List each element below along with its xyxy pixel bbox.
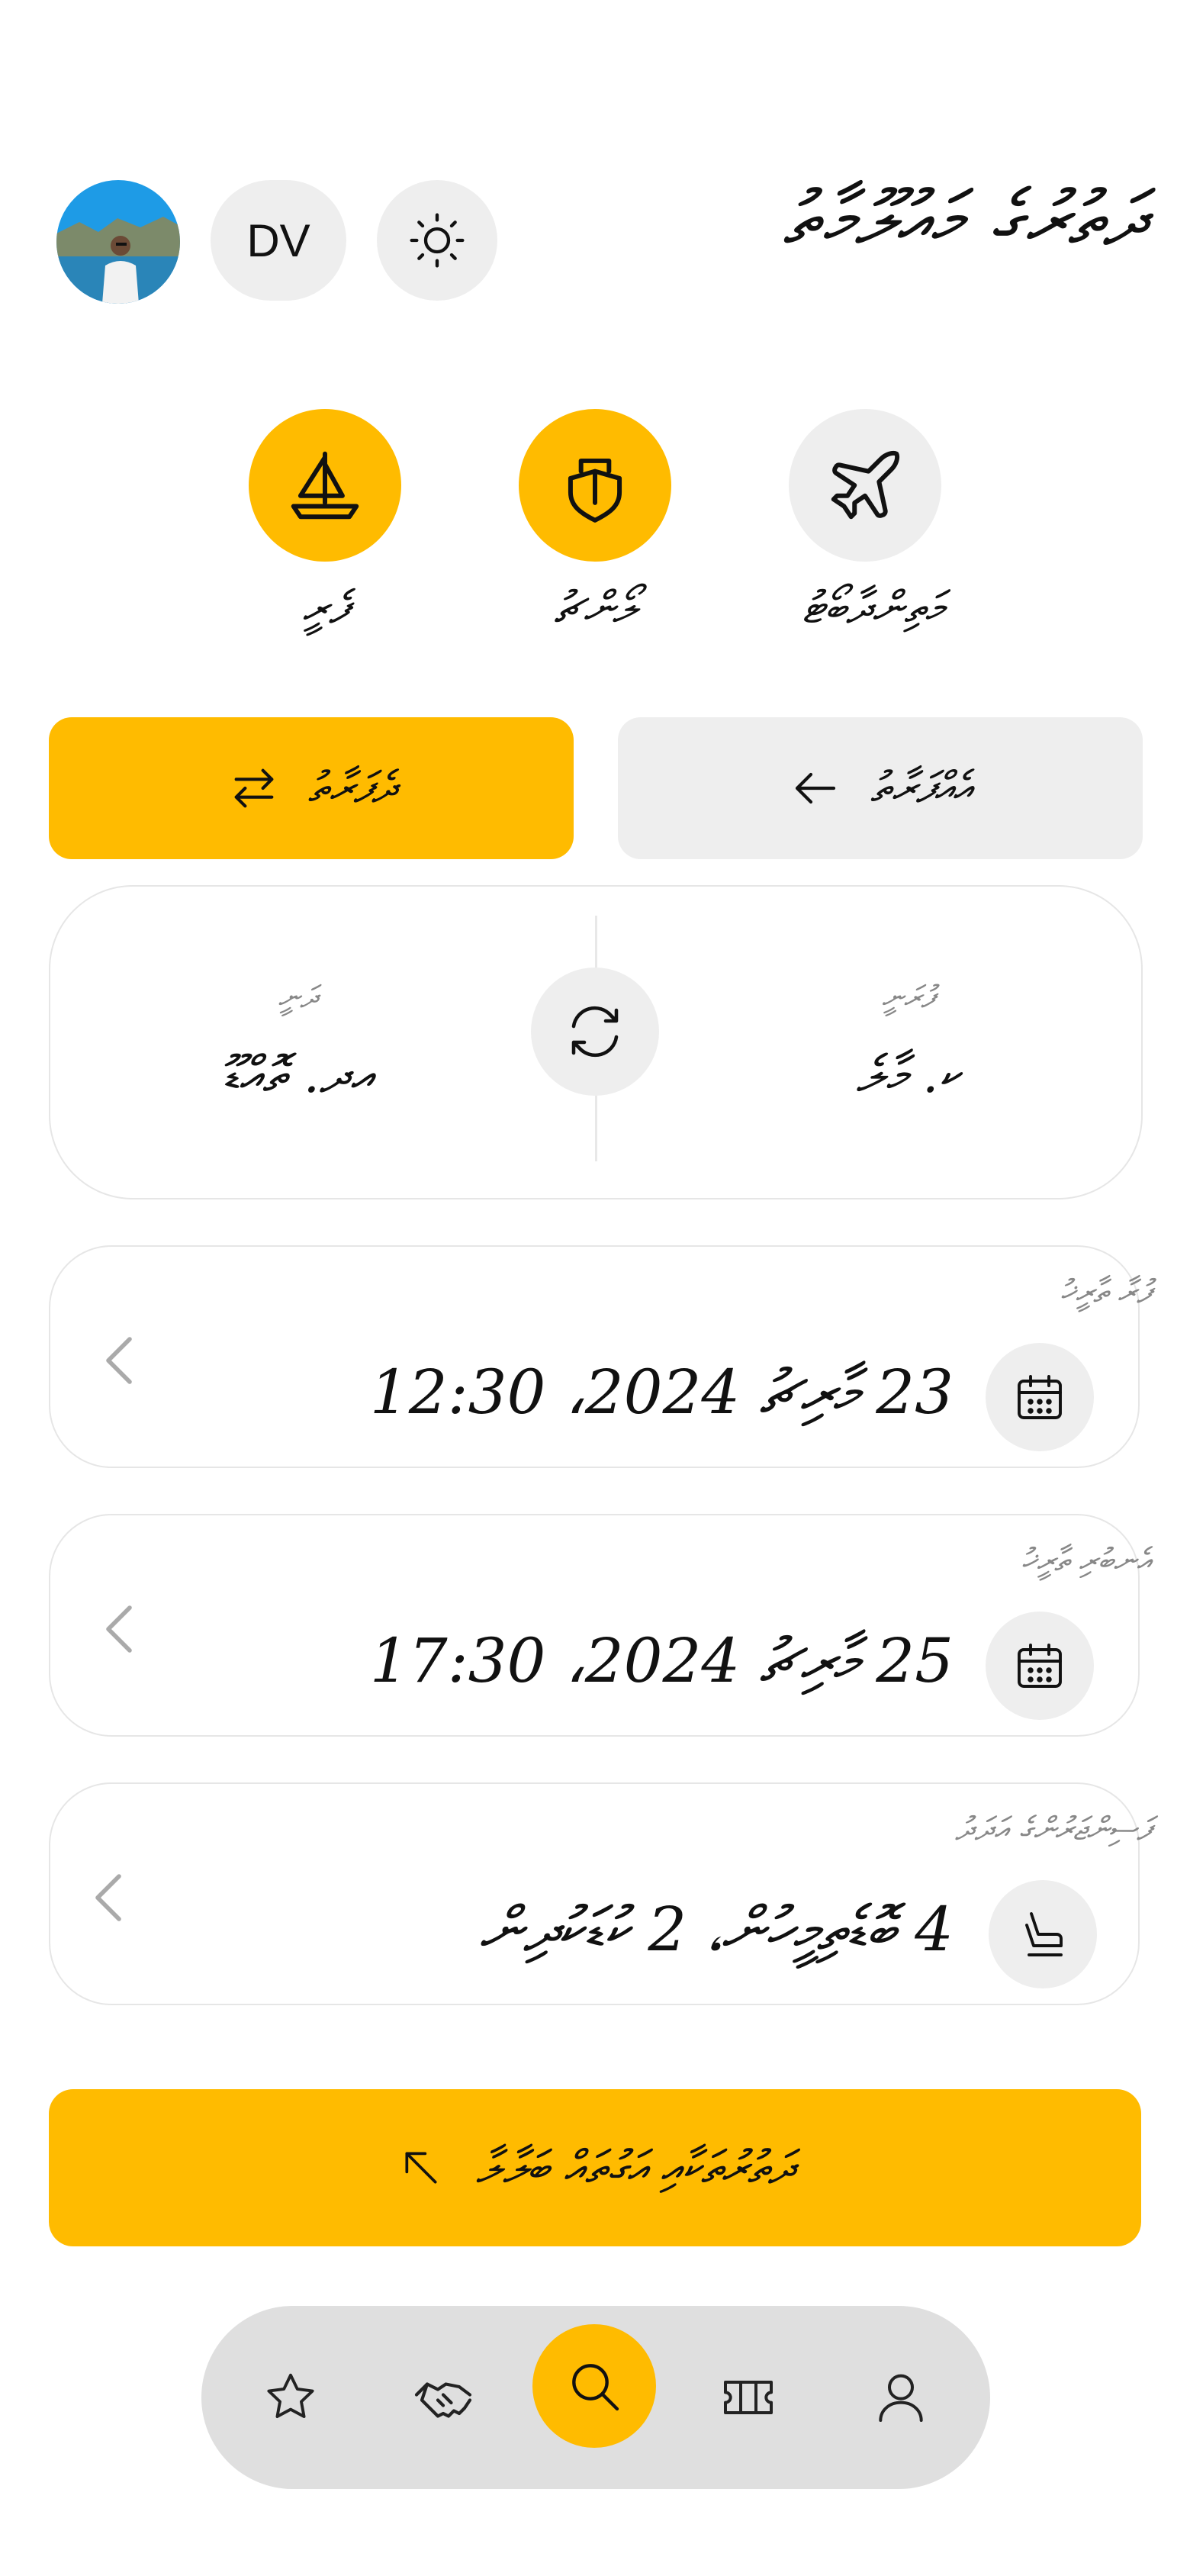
search-icon <box>572 2364 619 2411</box>
mode-launch-label: ލޯންޗު <box>554 581 636 633</box>
ship-icon <box>568 458 622 523</box>
nav-partners[interactable] <box>378 2306 508 2489</box>
from-location-field[interactable]: ކ. މާލެ <box>763 1045 1053 1106</box>
departure-date-value: 23 މާރިޗު 2024، 12:30 <box>369 1357 954 1428</box>
theme-toggle[interactable] <box>377 180 497 301</box>
swap-locations-button[interactable] <box>531 968 659 1096</box>
search-trips-label: ދަތުރުތަކާއި އަގުތައް ބަލާލާ <box>476 2141 793 2194</box>
return-calendar-icon-wrap <box>986 1612 1094 1720</box>
one-way-label: އެއްފަރާތު <box>870 763 973 813</box>
to-location-field[interactable]: އދ. ތޮއްޑޫ <box>153 1045 442 1106</box>
avatar-image <box>56 180 180 304</box>
calendar-icon <box>1018 1375 1062 1419</box>
search-trips-button[interactable]: ދަތުރުތަކާއި އަގުތައް ބަލާލާ <box>49 2089 1141 2246</box>
round-trip-button[interactable]: ދެފަރާތު <box>49 717 574 859</box>
language-toggle[interactable]: DV <box>211 180 346 301</box>
sun-icon <box>410 213 465 268</box>
swap-arrows-icon <box>234 768 274 808</box>
passengers-value: 4 ބޮޑެތިމީހުން، 2 ކުޑަކުދިން <box>479 1894 954 1965</box>
departure-date-label: ފުރާ ތާރީޚު <box>1060 1273 1150 1310</box>
one-way-button[interactable]: އެއްފަރާތު <box>618 717 1143 859</box>
mode-flight-label: މަތިންދާބޯޓު <box>802 581 944 633</box>
passengers-seat-icon-wrap <box>989 1880 1097 1988</box>
mode-flight-button[interactable] <box>789 409 941 562</box>
seat-icon <box>1025 1912 1063 1956</box>
return-date-label: އެނބުރި ތާރީޚު <box>1021 1541 1150 1579</box>
star-icon <box>267 2373 314 2418</box>
user-icon <box>879 2374 923 2422</box>
airplane-icon <box>831 450 900 520</box>
round-trip-label: ދެފަރާތު <box>307 763 396 813</box>
from-label: ފުރަނީ <box>881 980 934 1015</box>
mode-ferry-label: ފެރީ <box>302 581 348 633</box>
nav-favorites[interactable] <box>226 2306 355 2489</box>
mode-ferry-button[interactable] <box>249 409 401 562</box>
nav-search[interactable] <box>532 2324 656 2448</box>
passengers-label: ފަސިންޖަރުންގެ އަދަދު <box>955 1810 1150 1847</box>
handshake-icon <box>414 2382 472 2418</box>
return-chevron-icon <box>102 1602 136 1659</box>
sailboat-icon <box>291 451 359 520</box>
arrow-up-left-icon <box>405 2152 437 2184</box>
avatar[interactable] <box>56 180 180 304</box>
refresh-icon <box>571 1006 619 1058</box>
page-title: ދަތުރުގެ މައުލޫމާތު <box>783 175 1146 262</box>
return-date-value: 25 މާރިޗު 2024، 17:30 <box>369 1625 954 1696</box>
mode-launch-button[interactable] <box>519 409 671 562</box>
calendar-icon <box>1018 1644 1062 1688</box>
to-label: ދަނީ <box>278 980 317 1015</box>
nav-tickets[interactable] <box>683 2306 813 2489</box>
arrow-left-icon <box>795 772 836 804</box>
ticket-icon <box>724 2381 773 2414</box>
departure-chevron-icon <box>102 1334 136 1390</box>
passengers-chevron-icon <box>92 1871 125 1927</box>
nav-profile[interactable] <box>836 2306 966 2489</box>
departure-calendar-icon-wrap <box>986 1343 1094 1451</box>
